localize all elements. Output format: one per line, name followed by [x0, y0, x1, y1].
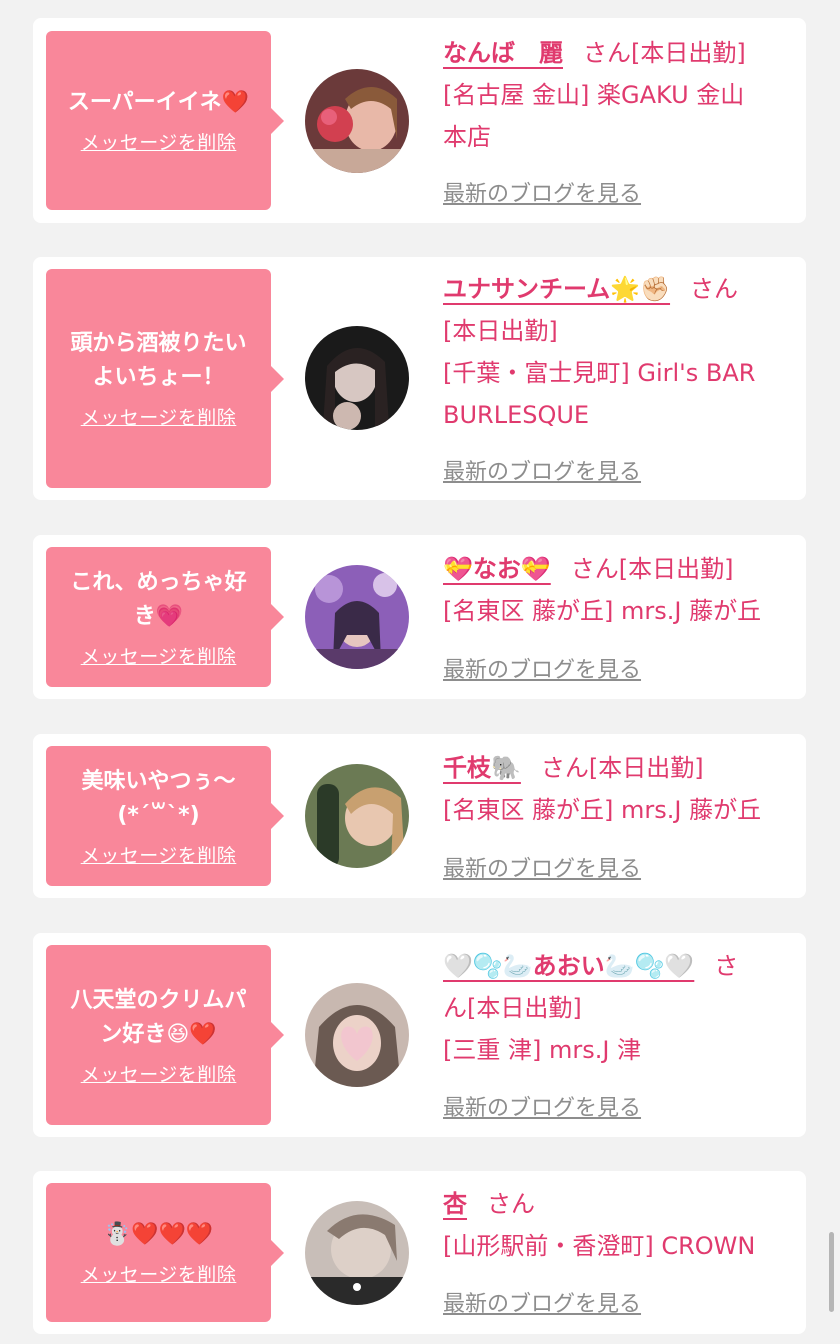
cast-name-link[interactable]: ユナサンチーム🌟✊🏻 [443, 275, 670, 303]
attendance-status: [本日出勤] [443, 317, 558, 345]
blog-link[interactable]: 最新のブログを見る [443, 176, 641, 208]
message-bubble: 頭から酒被りたい よいちょー！ メッセージを削除 [46, 269, 284, 488]
cast-name-link[interactable]: 千枝🐘 [443, 754, 521, 782]
honorific: さん [690, 275, 739, 303]
cast-name-link[interactable]: 🤍🫧🦢あおい🦢🫧🤍 [443, 952, 694, 980]
favorite-card: 美味いやつぅ〜 (*´꒳`*) メッセージを削除 千枝🐘 さん[本日出勤] [名東… [33, 734, 806, 898]
delete-message-link[interactable]: メッセージを削除 [81, 403, 237, 430]
favorite-card: ☃️❤️❤️❤️ メッセージを削除 杏さん [山形駅前・香澄町] CROWN 最… [33, 1171, 806, 1334]
blog-link[interactable]: 最新のブログを見る [443, 454, 641, 486]
cast-info: 💝なお💝 さん[本日出勤] [名東区 藤が丘] mrs.J 藤が丘 [443, 548, 793, 632]
message-bubble: 八天堂のクリムパ ン好き😆❤️ メッセージを削除 [46, 945, 284, 1125]
attendance-status: [本日出勤] [618, 555, 734, 583]
shop-area-cont: 本店 [443, 123, 491, 151]
message-bubble: これ、めっちゃ好 き💗 メッセージを削除 [46, 547, 284, 687]
blog-link[interactable]: 最新のブログを見る [443, 1286, 641, 1318]
message-text: これ、めっちゃ好 [70, 569, 247, 595]
delete-message-link[interactable]: メッセージを削除 [81, 642, 237, 669]
avatar[interactable] [305, 1201, 409, 1305]
message-text: き💗 [133, 603, 184, 629]
favorite-card: 八天堂のクリムパ ン好き😆❤️ メッセージを削除 🤍🫧🦢あおい🦢🫧🤍 さ ん[本日… [33, 933, 806, 1137]
delete-message-link[interactable]: メッセージを削除 [81, 1260, 237, 1287]
cast-info: 杏さん [山形駅前・香澄町] CROWN [443, 1183, 793, 1267]
shop-area: [千葉・富士見町] Girl's BAR [443, 359, 756, 387]
cast-info: 千枝🐘 さん[本日出勤] [名東区 藤が丘] mrs.J 藤が丘 [443, 747, 793, 831]
message-bubble: ☃️❤️❤️❤️ メッセージを削除 [46, 1183, 284, 1322]
attendance-status: ん[本日出勤] [443, 994, 582, 1022]
scrollbar[interactable] [829, 1232, 834, 1312]
avatar[interactable] [305, 983, 409, 1087]
attendance-status: [本日出勤] [588, 754, 704, 782]
cast-info: 🤍🫧🦢あおい🦢🫧🤍 さ ん[本日出勤] [三重 津] mrs.J 津 [443, 945, 793, 1071]
cast-name-link[interactable]: 杏 [443, 1190, 467, 1218]
avatar[interactable] [305, 69, 409, 173]
shop-area: [名東区 藤が丘] mrs.J 藤が丘 [443, 796, 762, 824]
message-text: 八天堂のクリムパ [70, 987, 247, 1013]
shop-area: [名東区 藤が丘] mrs.J 藤が丘 [443, 597, 762, 625]
message-text: ☃️❤️❤️❤️ [103, 1222, 214, 1247]
message-text: 頭から酒被りたい [70, 331, 247, 356]
honorific: さん [583, 39, 631, 67]
message-bubble: 美味いやつぅ〜 (*´꒳`*) メッセージを削除 [46, 746, 284, 886]
shop-area-cont: BURLESQUE [443, 401, 590, 429]
shop-area: [三重 津] mrs.J 津 [443, 1036, 642, 1064]
delete-message-link[interactable]: メッセージを削除 [81, 1060, 237, 1087]
cast-name-link[interactable]: なんば 麗 [443, 39, 563, 67]
honorific: さん [540, 754, 589, 782]
delete-message-link[interactable]: メッセージを削除 [81, 128, 237, 155]
honorific: さ [714, 952, 739, 980]
message-bubble: スーパーイイネ❤️ メッセージを削除 [46, 31, 284, 210]
favorite-card: 頭から酒被りたい よいちょー！ メッセージを削除 ユナサンチーム🌟✊🏻 さん [本… [33, 257, 806, 500]
avatar[interactable] [305, 764, 409, 868]
blog-link[interactable]: 最新のブログを見る [443, 652, 641, 684]
favorite-card: スーパーイイネ❤️ メッセージを削除 なんば 麗さん[本日出勤] [名古屋 金山… [33, 18, 806, 223]
delete-message-link[interactable]: メッセージを削除 [81, 841, 237, 868]
honorific: さん [570, 555, 619, 583]
favorite-card: これ、めっちゃ好 き💗 メッセージを削除 💝なお💝 さん[本日出勤] [名東区 藤… [33, 535, 806, 699]
message-text: よいちょー！ [92, 365, 225, 390]
cast-info: なんば 麗さん[本日出勤] [名古屋 金山] 楽GAKU 金山 本店 [443, 32, 793, 158]
honorific: さん [487, 1190, 535, 1218]
shop-area: [山形駅前・香澄町] CROWN [443, 1232, 756, 1260]
blog-link[interactable]: 最新のブログを見る [443, 1090, 641, 1122]
cast-info: ユナサンチーム🌟✊🏻 さん [本日出勤] [千葉・富士見町] Girl's BAR… [443, 268, 793, 436]
attendance-status: [本日出勤] [631, 39, 746, 67]
message-text: 美味いやつぅ〜 [81, 768, 236, 794]
blog-link[interactable]: 最新のブログを見る [443, 851, 641, 883]
shop-area: [名古屋 金山] 楽GAKU 金山 [443, 81, 745, 109]
avatar[interactable] [305, 326, 409, 430]
cast-name-link[interactable]: 💝なお💝 [443, 555, 551, 583]
avatar[interactable] [305, 565, 409, 669]
message-text: スーパーイイネ❤️ [67, 90, 250, 115]
message-text: (*´꒳`*) [117, 802, 200, 828]
message-text: ン好き😆❤️ [100, 1021, 217, 1047]
